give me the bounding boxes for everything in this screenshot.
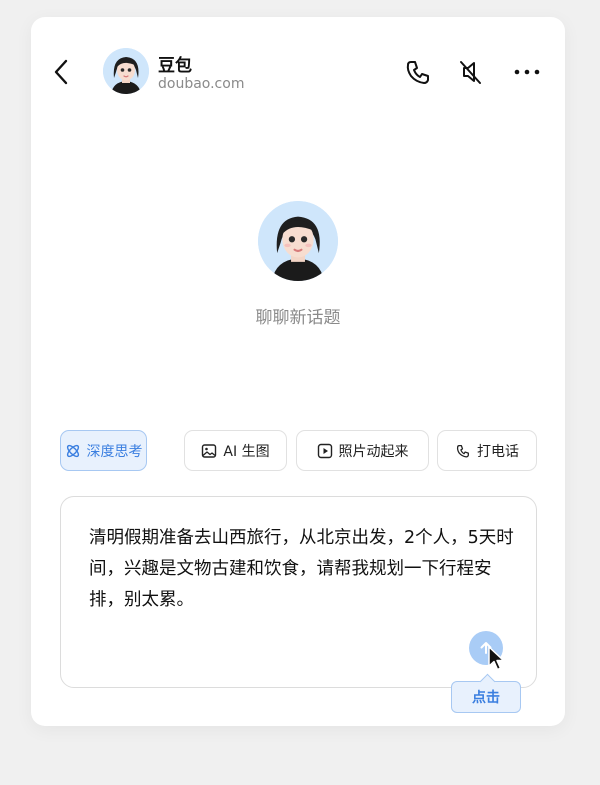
phone-icon [406,61,429,84]
phone-icon [456,444,469,458]
chip-animate-photo[interactable]: 照片动起来 [296,430,429,471]
arrow-up-icon [480,642,492,654]
speaker-muted-icon [460,61,481,84]
play-icon [317,443,332,458]
chip-ai-image[interactable]: AI 生图 [184,430,287,471]
chat-title: 豆包 [158,56,192,76]
more-horizontal-icon [514,69,540,75]
send-button[interactable] [469,631,503,665]
more-button[interactable] [512,57,542,87]
chip-label: 打电话 [477,443,519,460]
back-button[interactable] [49,55,75,89]
chip-call[interactable]: 打电话 [437,430,537,471]
image-icon [202,443,217,458]
chevron-left-icon [54,59,68,85]
chat-domain: doubao.com [158,76,245,92]
chip-label: AI 生图 [223,443,270,460]
click-tooltip: 点击 [451,681,521,713]
message-text[interactable]: 清明假期准备去山西旅行，从北京出发，2个人，5天时间，兴趣是文物古建和饮食，请帮… [89,523,519,616]
new-topic-label: 聊聊新话题 [255,308,341,328]
chip-label: 照片动起来 [338,443,409,460]
message-input[interactable]: 清明假期准备去山西旅行，从北京出发，2个人，5天时间，兴趣是文物古建和饮食，请帮… [60,496,537,688]
avatar-large [258,201,338,281]
avatar [103,48,149,94]
chat-card: 豆包 doubao.com 聊聊新话题 深度思考 AI 生图 照片动起来 打电话… [31,17,565,726]
call-button[interactable] [403,57,433,87]
chip-label: 深度思考 [86,443,143,460]
chip-deep-thinking[interactable]: 深度思考 [60,430,147,471]
mute-button[interactable] [455,57,485,87]
atom-icon [66,444,79,457]
